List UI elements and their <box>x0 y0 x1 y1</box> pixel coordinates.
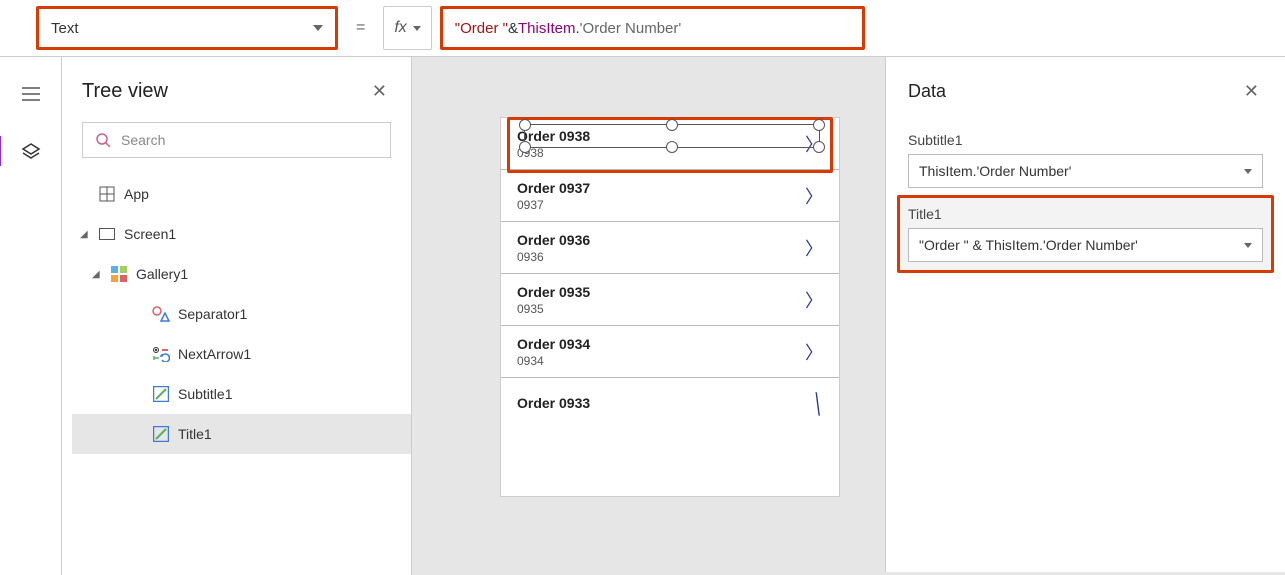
tree-item-label: Separator1 <box>178 306 247 322</box>
row-subtitle: 0937 <box>517 198 590 212</box>
tree-item-title1[interactable]: Title1 <box>72 414 411 454</box>
tree-item-screen1[interactable]: ◢ Screen1 <box>72 214 411 254</box>
label-icon <box>152 385 170 403</box>
tree-item-label: Screen1 <box>124 226 176 242</box>
fx-icon: fx <box>394 19 406 37</box>
gallery-row[interactable]: Order 0934 0934 〉 <box>501 326 839 378</box>
tree-item-label: Subtitle1 <box>178 386 232 402</box>
chevron-right-icon[interactable]: 〉 <box>805 131 823 157</box>
hamburger-icon[interactable] <box>22 85 40 106</box>
property-dropdown-value: Text <box>51 20 79 37</box>
tree-item-label: App <box>124 186 149 202</box>
field-label: Subtitle1 <box>908 132 1263 148</box>
gallery-icon <box>110 265 128 283</box>
property-dropdown[interactable]: Text <box>36 6 338 50</box>
screen-icon <box>98 225 116 243</box>
formula-token-string: "Order " <box>455 20 508 37</box>
phone-frame: Order 0938 0938 〉 Order 0937 0937 〉 Orde… <box>500 117 840 497</box>
equals-sign: = <box>346 19 375 37</box>
search-icon <box>95 132 111 148</box>
tree-view-header: Tree view ✕ <box>62 57 411 122</box>
chevron-right-icon[interactable]: 〉 <box>805 339 823 365</box>
chevron-right-icon[interactable]: ╲ <box>809 392 826 415</box>
formula-token-variable: ThisItem <box>518 20 576 37</box>
expander-icon[interactable]: ◢ <box>92 269 102 280</box>
search-input[interactable]: Search <box>82 122 391 158</box>
separator-icon <box>152 305 170 323</box>
formula-token-property: 'Order Number' <box>580 20 682 37</box>
tree-item-gallery1[interactable]: ◢ Gallery1 <box>72 254 411 294</box>
row-subtitle: 0935 <box>517 302 590 316</box>
tree-item-app[interactable]: App <box>72 174 411 214</box>
row-title: Order 0937 <box>517 180 590 196</box>
app-icon <box>98 185 116 203</box>
close-icon[interactable]: ✕ <box>1240 77 1263 106</box>
chevron-right-icon[interactable]: 〉 <box>805 287 823 313</box>
data-panel-title: Data <box>908 81 946 102</box>
tree-view-title: Tree view <box>82 80 168 103</box>
data-panel-header: Data ✕ <box>908 77 1263 106</box>
tree-item-label: Gallery1 <box>136 266 188 282</box>
tree-view-panel: Tree view ✕ Search App ◢ Screen1 <box>62 57 412 575</box>
close-icon[interactable]: ✕ <box>368 77 391 106</box>
gallery-row[interactable]: Order 0938 0938 〉 <box>501 118 839 170</box>
fx-button[interactable]: fx <box>383 6 431 50</box>
field-label: Title1 <box>908 206 1263 222</box>
formula-bar: Text = fx "Order " & ThisItem . 'Order N… <box>0 0 1285 57</box>
gallery-row[interactable]: Order 0936 0936 〉 <box>501 222 839 274</box>
left-rail <box>0 57 62 575</box>
tree-item-label: Title1 <box>178 426 212 442</box>
data-field-title1: Title1 "Order " & ThisItem.'Order Number… <box>897 195 1274 273</box>
field-dropdown[interactable]: "Order " & ThisItem.'Order Number' <box>908 228 1263 262</box>
row-title: Order 0938 <box>517 128 590 144</box>
chevron-down-icon <box>413 26 421 31</box>
chevron-right-icon[interactable]: 〉 <box>805 183 823 209</box>
tree-list: App ◢ Screen1 ◢ Gallery1 Separa <box>62 174 411 454</box>
field-value: "Order " & ThisItem.'Order Number' <box>919 237 1138 253</box>
row-title: Order 0934 <box>517 336 590 352</box>
chevron-right-icon[interactable]: 〉 <box>805 235 823 261</box>
row-title: Order 0933 <box>517 395 590 411</box>
search-placeholder: Search <box>121 132 165 148</box>
field-value: ThisItem.'Order Number' <box>919 163 1071 179</box>
chevron-down-icon <box>313 25 323 31</box>
expander-icon[interactable]: ◢ <box>80 229 90 240</box>
tree-item-nextarrow1[interactable]: NextArrow1 <box>72 334 411 374</box>
tree-item-separator1[interactable]: Separator1 <box>72 294 411 334</box>
gallery-row[interactable]: Order 0937 0937 〉 <box>501 170 839 222</box>
data-field-subtitle1: Subtitle1 ThisItem.'Order Number' <box>908 132 1263 188</box>
formula-input[interactable]: "Order " & ThisItem . 'Order Number' <box>440 6 865 50</box>
data-panel: Data ✕ Subtitle1 ThisItem.'Order Number'… <box>885 57 1285 572</box>
field-dropdown[interactable]: ThisItem.'Order Number' <box>908 154 1263 188</box>
formula-token-operator: & <box>508 20 518 37</box>
label-icon <box>152 425 170 443</box>
row-subtitle: 0936 <box>517 250 590 264</box>
gallery-row[interactable]: Order 0933 ╲ <box>501 378 839 430</box>
row-subtitle: 0934 <box>517 354 590 368</box>
nextarrow-icon <box>152 345 170 363</box>
row-title: Order 0935 <box>517 284 590 300</box>
row-title: Order 0936 <box>517 232 590 248</box>
tree-item-subtitle1[interactable]: Subtitle1 <box>72 374 411 414</box>
chevron-down-icon <box>1244 169 1252 174</box>
layers-icon[interactable] <box>21 142 41 167</box>
chevron-down-icon <box>1244 243 1252 248</box>
row-subtitle: 0938 <box>517 146 590 160</box>
gallery-row[interactable]: Order 0935 0935 〉 <box>501 274 839 326</box>
tree-item-label: NextArrow1 <box>178 346 251 362</box>
